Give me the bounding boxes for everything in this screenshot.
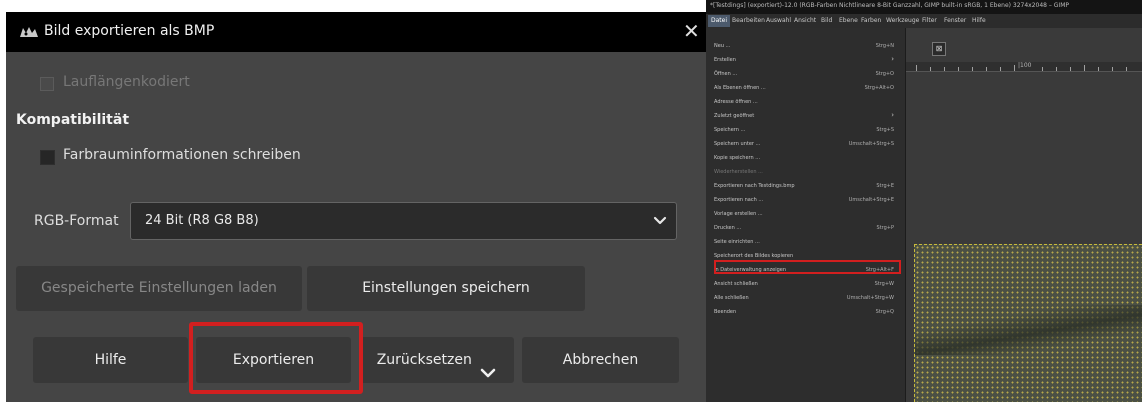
menu-item-kopie-speichern[interactable]: Kopie speichern ... xyxy=(706,152,906,165)
menu-item-label: Erstellen xyxy=(714,57,736,63)
close-icon[interactable]: ✕ xyxy=(683,20,700,42)
menu-farben[interactable]: Farben xyxy=(861,17,881,24)
menu-item-shortcut: Strg+Q xyxy=(875,309,894,315)
reset-button-label: Zurücksetzen xyxy=(376,352,472,368)
image-tab[interactable]: ⊠ xyxy=(932,42,946,56)
menu-item-seite-einrichten[interactable]: Seite einrichten ... xyxy=(706,236,906,249)
dialog-titlebar: Bild exportieren als BMP ✕ xyxy=(6,12,706,52)
menu-item-shortcut: Umschalt+Strg+E xyxy=(848,197,894,203)
menu-hilfe[interactable]: Hilfe xyxy=(972,17,986,24)
menu-item-label: Wiederherstellen ... xyxy=(714,169,763,175)
menu-item-label: Öffnen ... xyxy=(714,71,738,77)
export-dialog: Bild exportieren als BMP ✕ Lauflängenkod… xyxy=(6,12,706,402)
menu-item-dateiverwaltung[interactable]: In Dateiverwaltung anzeigen Strg+Alt+F xyxy=(706,264,906,277)
menu-item-shortcut: Umschalt+Strg+W xyxy=(846,295,894,301)
chevron-right-icon: › xyxy=(891,55,894,63)
menu-item-label: Ansicht schließen xyxy=(714,281,758,287)
menu-datei[interactable]: Datei xyxy=(708,15,731,27)
save-settings-button[interactable]: Einstellungen speichern xyxy=(307,266,585,311)
menu-item-label: Seite einrichten ... xyxy=(714,239,760,245)
menu-item-shortcut: Umschalt+Strg+S xyxy=(848,141,894,147)
menu-item-shortcut: Strg+O xyxy=(875,71,894,77)
menu-item-label: Beenden xyxy=(714,309,737,315)
menu-item-label: In Dateiverwaltung anzeigen xyxy=(714,267,787,273)
menu-filter[interactable]: Filter xyxy=(922,17,937,24)
menu-item-exportieren-nach-datei[interactable]: Exportieren nach Testdings.bmp Strg+E xyxy=(706,180,906,193)
rgb-format-value: 24 Bit (R8 G8 B8) xyxy=(145,213,259,228)
datei-menu: Neu ... Strg+N Erstellen › Öffnen ... Strg+… xyxy=(706,28,906,402)
menu-item-label: Als Ebenen öffnen ... xyxy=(714,85,766,91)
menu-item-label: Kopie speichern ... xyxy=(714,155,761,161)
chevron-down-icon xyxy=(480,353,496,378)
menu-item-label: Adresse öffnen ... xyxy=(714,99,758,105)
reset-button[interactable]: Zurücksetzen xyxy=(359,337,514,383)
chevron-right-icon: › xyxy=(891,111,894,119)
color-space-label: Farbrauminformationen schreiben xyxy=(63,147,301,163)
rle-label: Lauflängenkodiert xyxy=(63,74,190,90)
color-space-checkbox[interactable] xyxy=(40,150,55,165)
menu-item-neu[interactable]: Neu ... Strg+N xyxy=(706,40,906,53)
menu-item-label: Exportieren nach ... xyxy=(714,197,764,203)
menu-item-shortcut: Strg+P xyxy=(876,225,894,231)
menu-item-adresse-oeffnen[interactable]: Adresse öffnen ... xyxy=(706,96,906,109)
menu-item-label: Zuletzt geöffnet xyxy=(714,113,755,119)
menu-item-oeffnen[interactable]: Öffnen ... Strg+O xyxy=(706,68,906,81)
dialog-title: Bild exportieren als BMP xyxy=(44,23,215,39)
ruler-label: |100 xyxy=(1018,62,1032,69)
menu-item-alle-schliessen[interactable]: Alle schließen Umschalt+Strg+W xyxy=(706,292,906,305)
gimp-canvas-area: ⊠ |100 xyxy=(906,28,1142,402)
menu-item-als-ebenen-oeffnen[interactable]: Als Ebenen öffnen ... Strg+Alt+O xyxy=(706,82,906,95)
menu-bild[interactable]: Bild xyxy=(821,17,832,24)
menu-item-erstellen[interactable]: Erstellen › xyxy=(706,54,906,67)
menu-item-label: Speichern unter ... xyxy=(714,141,761,147)
compatibility-heading: Kompatibilität xyxy=(16,112,130,128)
gimp-menubar: Datei Bearbeiten Auswahl Ansicht Bild Eb… xyxy=(706,14,1142,28)
menu-item-label: Neu ... xyxy=(714,43,731,49)
rgb-format-select[interactable]: 24 Bit (R8 G8 B8) xyxy=(130,202,677,240)
menu-item-label: Exportieren nach Testdings.bmp xyxy=(714,183,795,189)
rgb-format-label: RGB-Format xyxy=(34,213,119,229)
load-settings-button[interactable]: Gespeicherte Einstellungen laden xyxy=(16,266,302,311)
menu-item-speichern-unter[interactable]: Speichern unter ... Umschalt+Strg+S xyxy=(706,138,906,151)
wilber-icon xyxy=(18,24,40,40)
gimp-window: *[Testdings] (exportiert)-12.0 (RGB-Farb… xyxy=(706,0,1142,402)
menu-item-wiederherstellen: Wiederherstellen ... xyxy=(706,166,906,179)
menu-item-shortcut: Strg+W xyxy=(874,281,894,287)
menu-item-speichern[interactable]: Speichern ... Strg+S xyxy=(706,124,906,137)
horizontal-ruler[interactable]: |100 xyxy=(906,62,1142,72)
image-content xyxy=(915,305,1142,355)
menu-item-shortcut: Strg+N xyxy=(875,43,894,49)
menu-item-exportieren-nach[interactable]: Exportieren nach ... Umschalt+Strg+E xyxy=(706,194,906,207)
menu-item-speicherort-kopieren[interactable]: Speicherort des Bildes kopieren xyxy=(706,250,906,263)
menu-item-label: Alle schließen xyxy=(714,295,749,301)
menu-auswahl[interactable]: Auswahl xyxy=(766,17,791,24)
menu-bearbeiten[interactable]: Bearbeiten xyxy=(732,17,765,24)
menu-item-label: Speicherort des Bildes kopieren xyxy=(714,253,794,259)
menu-item-shortcut: Strg+E xyxy=(876,183,894,189)
menu-item-zuletzt-geoeffnet[interactable]: Zuletzt geöffnet › xyxy=(706,110,906,123)
menu-item-shortcut: Strg+Alt+O xyxy=(864,85,894,91)
cancel-button[interactable]: Abbrechen xyxy=(522,337,679,383)
gimp-title: *[Testdings] (exportiert)-12.0 (RGB-Farb… xyxy=(710,2,1069,9)
menu-item-shortcut: Strg+S xyxy=(876,127,894,133)
image-canvas[interactable] xyxy=(914,244,1142,402)
menu-ansicht[interactable]: Ansicht xyxy=(794,17,816,24)
menu-ebene[interactable]: Ebene xyxy=(839,17,858,24)
help-button[interactable]: Hilfe xyxy=(33,337,188,383)
menu-item-label: Drucken ... xyxy=(714,225,742,231)
menu-item-beenden[interactable]: Beenden Strg+Q xyxy=(706,306,906,319)
menu-werkzeuge[interactable]: Werkzeuge xyxy=(886,17,919,24)
chevron-down-icon xyxy=(652,212,668,228)
menu-item-label: Vorlage erstellen ... xyxy=(714,211,763,217)
menu-item-vorlage-erstellen[interactable]: Vorlage erstellen ... xyxy=(706,208,906,221)
menu-fenster[interactable]: Fenster xyxy=(944,17,966,24)
menu-item-shortcut: Strg+Alt+F xyxy=(865,267,894,273)
export-button[interactable]: Exportieren xyxy=(196,337,351,383)
menu-item-ansicht-schliessen[interactable]: Ansicht schließen Strg+W xyxy=(706,278,906,291)
gimp-titlebar: *[Testdings] (exportiert)-12.0 (RGB-Farb… xyxy=(706,0,1142,14)
menu-item-drucken[interactable]: Drucken ... Strg+P xyxy=(706,222,906,235)
menu-item-label: Speichern ... xyxy=(714,127,746,133)
rle-checkbox[interactable] xyxy=(40,77,54,91)
